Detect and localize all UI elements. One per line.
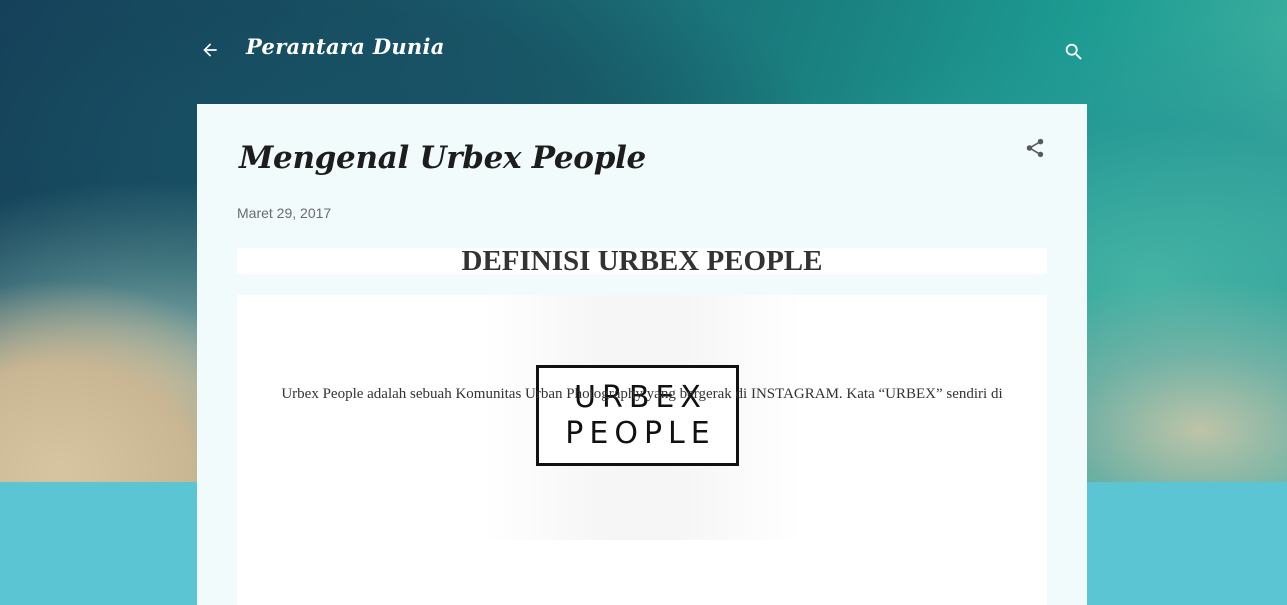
urbex-people-logo-image[interactable]: URBEX PEOPLE bbox=[482, 295, 802, 540]
post-card: Mengenal Urbex People Maret 29, 2017 DEF… bbox=[197, 104, 1087, 605]
post-heading: DEFINISI URBEX PEOPLE bbox=[461, 245, 823, 277]
search-icon bbox=[1065, 43, 1082, 60]
post-body-text: Urbex People adalah sebuah Komunitas Urb… bbox=[281, 386, 1003, 402]
share-button[interactable] bbox=[1021, 134, 1049, 162]
logo-text-line2: PEOPLE bbox=[565, 415, 716, 451]
share-icon bbox=[1026, 138, 1044, 158]
post-date-link[interactable]: Maret 29, 2017 bbox=[237, 205, 331, 221]
post-title: Mengenal Urbex People bbox=[239, 140, 646, 176]
top-bar: Perantara Dunia bbox=[0, 0, 1287, 104]
arrow-back-icon bbox=[203, 43, 217, 57]
back-button[interactable] bbox=[196, 36, 224, 64]
post-image-area: URBEX PEOPLE bbox=[237, 295, 1047, 605]
blog-title-link[interactable]: Perantara Dunia bbox=[246, 34, 445, 59]
search-button[interactable] bbox=[1060, 38, 1088, 66]
post-heading-box: DEFINISI URBEX PEOPLE bbox=[237, 245, 1047, 277]
logo-frame: URBEX PEOPLE bbox=[536, 365, 739, 466]
